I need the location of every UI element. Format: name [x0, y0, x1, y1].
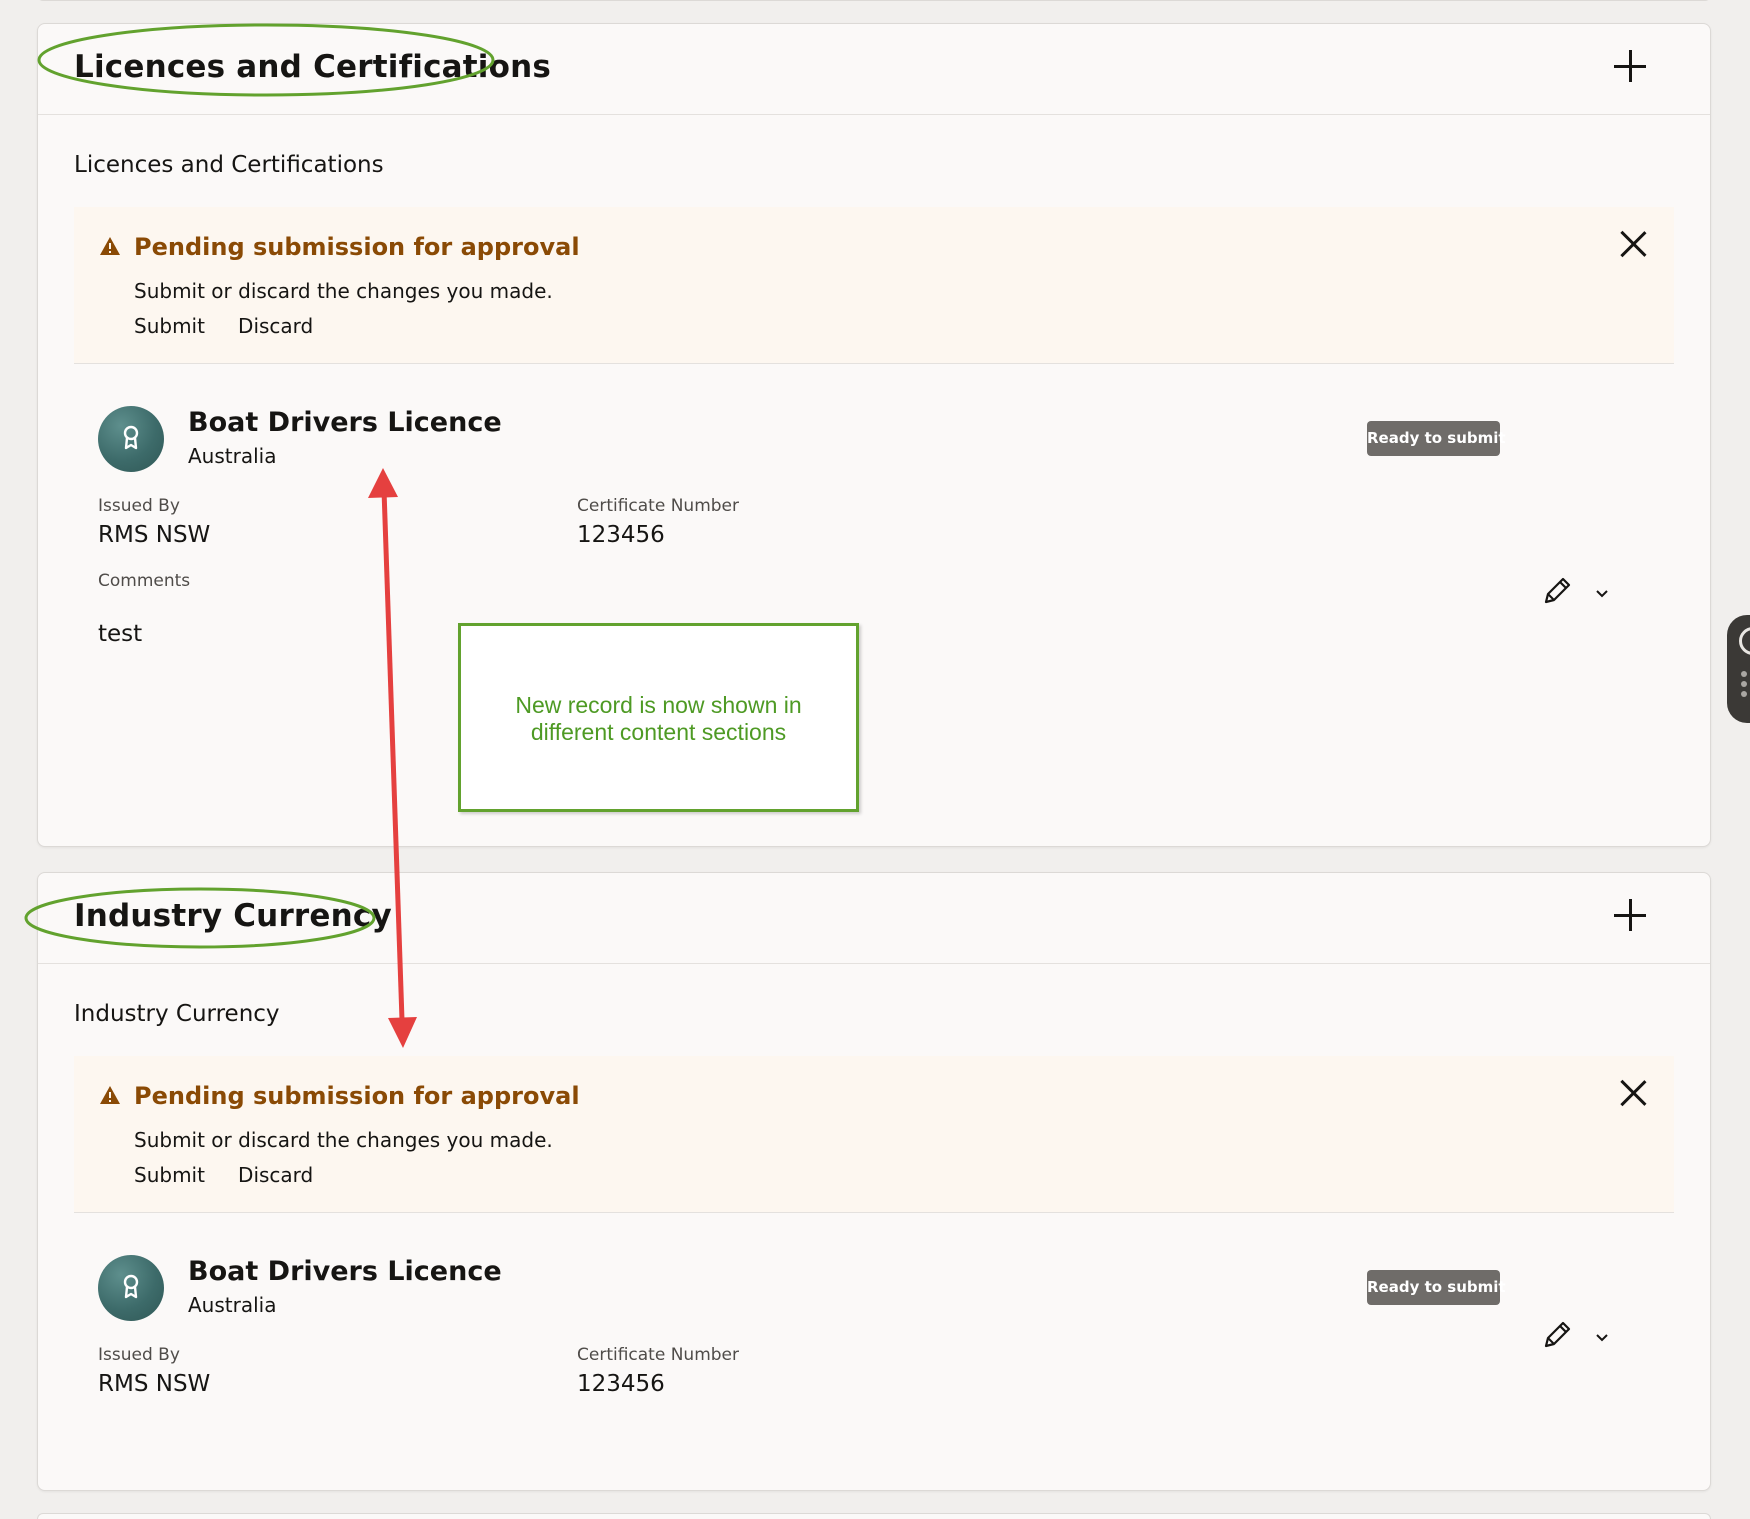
pending-approval-banner: Pending submission for approval Submit o… — [74, 207, 1674, 364]
certificate-avatar — [98, 406, 164, 472]
section-title: Industry Currency — [74, 898, 392, 934]
side-assistant-widget[interactable] — [1727, 615, 1750, 723]
warning-triangle-icon — [100, 1086, 120, 1104]
pencil-icon[interactable] — [1540, 1318, 1574, 1352]
issued-by-value: RMS NSW — [98, 1371, 211, 1397]
licences-certifications-card: Licences and Certifications Licences and… — [37, 23, 1711, 847]
certificate-number-value: 123456 — [577, 1371, 665, 1397]
chevron-down-icon[interactable] — [1593, 584, 1611, 602]
record-title[interactable]: Boat Drivers Licence — [188, 1256, 502, 1287]
issued-by-label: Issued By — [98, 1345, 180, 1365]
section-title: Licences and Certifications — [74, 49, 552, 85]
warning-triangle-icon — [100, 237, 120, 255]
industry-currency-card: Industry Currency Industry Currency Pend… — [37, 872, 1711, 1491]
issued-by-value: RMS NSW — [98, 522, 211, 548]
submit-button[interactable]: Submit — [134, 314, 205, 338]
pending-title: Pending submission for approval — [134, 233, 580, 261]
pending-message: Submit or discard the changes you made. — [134, 279, 553, 303]
card-header: Licences and Certifications — [38, 24, 1710, 115]
assistant-icon — [1739, 627, 1750, 655]
status-badge: Ready to submit — [1367, 1270, 1506, 1305]
certificate-avatar — [98, 1255, 164, 1321]
card-header: Industry Currency — [38, 873, 1710, 964]
drag-handle-icon — [1741, 671, 1749, 701]
comments-label: Comments — [98, 571, 191, 591]
chevron-down-icon[interactable] — [1593, 1328, 1611, 1346]
next-card-edge — [37, 1513, 1711, 1519]
certificate-ribbon-icon — [123, 425, 139, 450]
pencil-icon[interactable] — [1540, 574, 1574, 608]
discard-button[interactable]: Discard — [238, 1163, 313, 1187]
certificate-number-label: Certificate Number — [577, 496, 739, 516]
pending-approval-banner: Pending submission for approval Submit o… — [74, 1056, 1674, 1213]
pending-title: Pending submission for approval — [134, 1082, 580, 1110]
pending-message: Submit or discard the changes you made. — [134, 1128, 553, 1152]
annotation-callout: New record is now shown in different con… — [458, 623, 859, 812]
add-icon[interactable] — [1614, 899, 1646, 931]
close-icon[interactable] — [1620, 1080, 1646, 1106]
comments-value: test — [98, 621, 143, 647]
section-subtitle: Licences and Certifications — [74, 152, 384, 178]
discard-button[interactable]: Discard — [238, 314, 313, 338]
issued-by-label: Issued By — [98, 496, 180, 516]
record-country: Australia — [188, 444, 277, 468]
status-badge: Ready to submit — [1367, 421, 1506, 456]
certificate-number-value: 123456 — [577, 522, 665, 548]
pending-actions: Submit Discard — [134, 314, 341, 338]
pending-actions: Submit Discard — [134, 1163, 341, 1187]
section-subtitle: Industry Currency — [74, 1001, 280, 1027]
submit-button[interactable]: Submit — [134, 1163, 205, 1187]
certificate-ribbon-icon — [123, 1274, 139, 1299]
add-icon[interactable] — [1614, 50, 1646, 82]
certificate-number-label: Certificate Number — [577, 1345, 739, 1365]
previous-card-edge — [37, 0, 1711, 1]
callout-text: New record is now shown in different con… — [515, 692, 802, 745]
record-title[interactable]: Boat Drivers Licence — [188, 407, 502, 438]
record-country: Australia — [188, 1293, 277, 1317]
close-icon[interactable] — [1620, 231, 1646, 257]
